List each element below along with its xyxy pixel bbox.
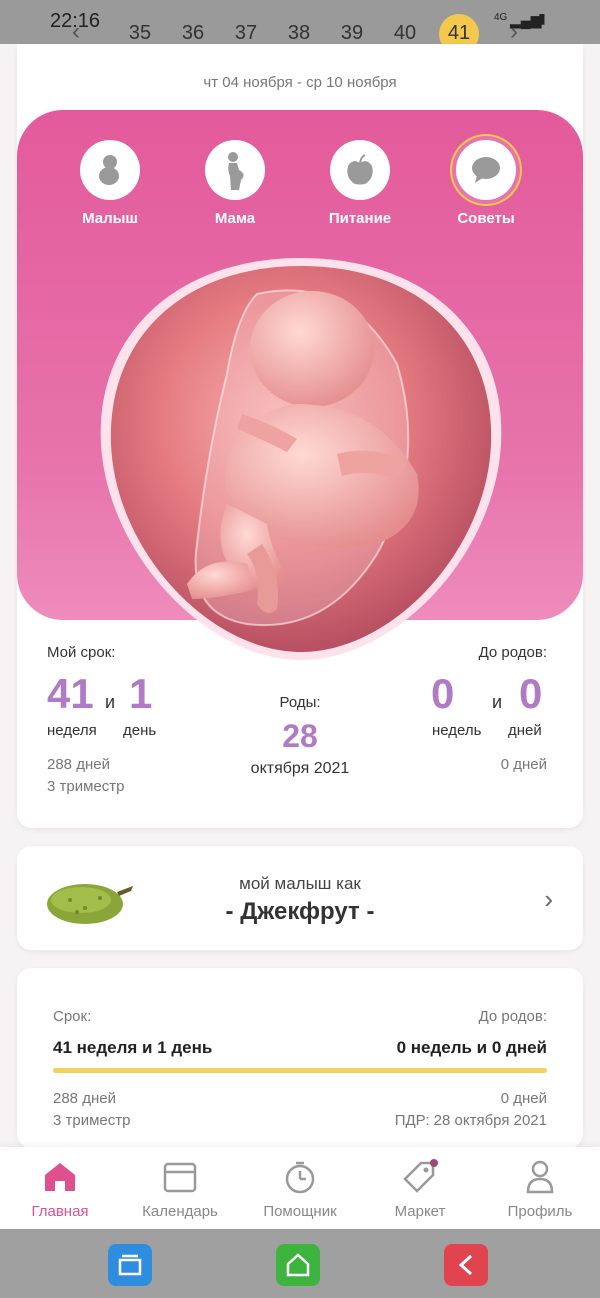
- summary-left-meta: 288 дней 3 триместр: [53, 1088, 130, 1132]
- summary-right-meta: 0 дней ПДР: 28 октября 2021: [395, 1088, 547, 1132]
- summary-card: Срок: До родов: 41 неделя и 1 день 0 нед…: [17, 968, 583, 1148]
- summary-until-value: 0 недель и 0 дней: [396, 1038, 547, 1057]
- category-label: Питание: [328, 210, 392, 227]
- apple-icon: [330, 140, 390, 200]
- next-week-icon[interactable]: ›: [510, 18, 518, 46]
- category-nutrition[interactable]: Питание: [305, 140, 415, 227]
- until-days-unit: дней: [508, 722, 542, 739]
- week-item[interactable]: 36: [173, 22, 213, 45]
- chat-icon: [456, 140, 516, 200]
- category-baby[interactable]: Малыш: [55, 140, 165, 227]
- birth-day: 28: [282, 718, 318, 754]
- summary-until-label: До родов:: [478, 1008, 547, 1025]
- fetus-illustration: [100, 258, 502, 660]
- bottom-nav: Главная Календарь Помощник Маркет Профил…: [0, 1147, 600, 1229]
- home-icon: [0, 1157, 120, 1197]
- until-title: До родов:: [478, 644, 547, 661]
- stopwatch-icon: [240, 1157, 360, 1197]
- until-days: 0: [519, 670, 543, 717]
- tag-icon: [360, 1157, 480, 1197]
- chevron-right-icon[interactable]: ›: [544, 884, 553, 915]
- week-item[interactable]: 40: [385, 22, 425, 45]
- baby-icon: [80, 140, 140, 200]
- nav-profile[interactable]: Профиль: [480, 1157, 600, 1220]
- nav-label: Главная: [31, 1203, 89, 1220]
- progress-bar: [53, 1068, 547, 1073]
- back-button[interactable]: [444, 1244, 488, 1286]
- summary-days-total: 288 дней: [53, 1090, 116, 1107]
- week-item[interactable]: 39: [332, 22, 372, 45]
- summary-due-date: ПДР: 28 октября 2021: [394, 1112, 547, 1129]
- nav-label: Календарь: [142, 1203, 218, 1220]
- calendar-icon: [120, 1157, 240, 1197]
- fruit-caption: мой малыш как: [239, 874, 361, 893]
- home-outline-icon: [286, 1253, 310, 1277]
- nav-calendar[interactable]: Календарь: [120, 1157, 240, 1220]
- until-days-total: 0 дней: [500, 756, 547, 773]
- summary-term-value: 41 неделя и 1 день: [53, 1038, 213, 1057]
- until-and: и: [492, 692, 503, 712]
- pregnancy-card: чт 04 ноября - ср 10 ноября Малыш Мама П…: [17, 44, 583, 828]
- birth-month: октября 2021: [250, 760, 350, 777]
- week-item[interactable]: 35: [120, 22, 160, 45]
- fruit-name: - Джекфрут -: [225, 898, 375, 925]
- category-label: Малыш: [82, 210, 138, 227]
- baby-size-card[interactable]: мой малыш как - Джекфрут - ›: [17, 846, 583, 950]
- category-mother[interactable]: Мама: [180, 140, 290, 227]
- until-weeks: 0: [431, 670, 455, 717]
- recents-icon: [118, 1254, 142, 1276]
- prev-week-icon[interactable]: ‹: [72, 18, 80, 46]
- nav-assistant[interactable]: Помощник: [240, 1157, 360, 1220]
- category-tips[interactable]: Советы: [431, 140, 541, 227]
- summary-trimester: 3 триместр: [53, 1112, 131, 1129]
- profile-icon: [480, 1157, 600, 1197]
- recents-button[interactable]: [108, 1244, 152, 1286]
- nav-home[interactable]: Главная: [0, 1157, 120, 1220]
- progress-bar-fill: [53, 1068, 547, 1073]
- summary-term-label: Срок:: [53, 1008, 92, 1025]
- category-label: Мама: [214, 210, 256, 227]
- week-item[interactable]: 37: [226, 22, 266, 45]
- nav-label: Профиль: [507, 1203, 573, 1220]
- system-navigation: [0, 1229, 600, 1298]
- home-system-button[interactable]: [276, 1244, 320, 1286]
- term-title: Мой срок:: [47, 644, 116, 661]
- back-icon: [458, 1254, 473, 1276]
- category-label: Советы: [457, 210, 515, 227]
- summary-days-left: 0 дней: [500, 1090, 547, 1107]
- date-range: чт 04 ноября - ср 10 ноября: [203, 74, 397, 91]
- nav-market[interactable]: Маркет: [360, 1157, 480, 1220]
- mother-icon: [205, 140, 265, 200]
- nav-label: Маркет: [394, 1203, 446, 1220]
- term-trimester: 3 триместр: [47, 778, 125, 795]
- week-item[interactable]: 38: [279, 22, 319, 45]
- until-weeks-unit: недель: [432, 722, 482, 739]
- nav-label: Помощник: [263, 1203, 337, 1220]
